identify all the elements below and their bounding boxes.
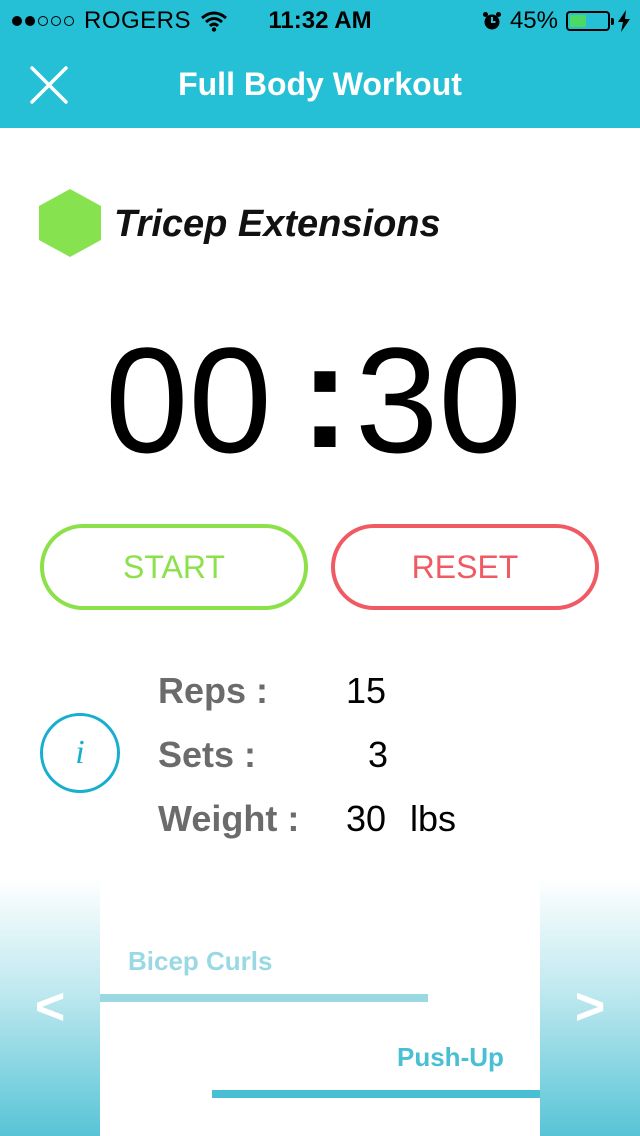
battery-percent: 45% [509, 7, 558, 34]
page-title: Full Body Workout [178, 66, 462, 102]
info-icon[interactable]: i [40, 713, 120, 793]
status-bar: ROGERS 11:32 AM 45% [0, 0, 640, 40]
countdown-timer: 00 : 30 [0, 311, 640, 484]
weight-label: Weight : [158, 798, 300, 839]
previous-exercise-button[interactable]: < [0, 878, 100, 1136]
weight-unit: lbs [410, 798, 457, 839]
reps-value: 15 [346, 670, 387, 711]
timer-separator: : [300, 311, 350, 479]
alarm-clock-icon [482, 12, 501, 30]
upper-exercise-underline [100, 994, 428, 1002]
timer-minutes: 00 [105, 316, 272, 484]
exercise-navigator: < Bicep Curls Push-Up > [0, 878, 640, 1136]
start-button[interactable]: START [40, 524, 308, 610]
list-item-lower-exercise[interactable]: Push-Up [397, 1042, 504, 1073]
sets-label: Sets : [158, 734, 257, 775]
battery-icon [566, 11, 614, 31]
charging-bolt-icon [618, 10, 630, 32]
weight-value: 30 [346, 798, 387, 839]
next-exercise-button[interactable]: > [540, 878, 640, 1136]
chevron-right-icon: > [574, 978, 606, 1036]
exercise-title: Tricep Extensions [114, 203, 441, 245]
sets-value: 3 [368, 734, 389, 775]
reset-button[interactable]: RESET [331, 524, 599, 610]
timer-seconds: 30 [355, 316, 522, 484]
list-item-upper-exercise[interactable]: Bicep Curls [128, 946, 273, 977]
hexagon-icon [39, 189, 101, 257]
reps-label: Reps : [158, 670, 269, 711]
chevron-left-icon: < [34, 978, 66, 1036]
info-glyph: i [75, 734, 85, 771]
header-bar: ROGERS 11:32 AM 45% Full Body Workout [0, 0, 640, 128]
lower-exercise-underline [212, 1090, 540, 1098]
